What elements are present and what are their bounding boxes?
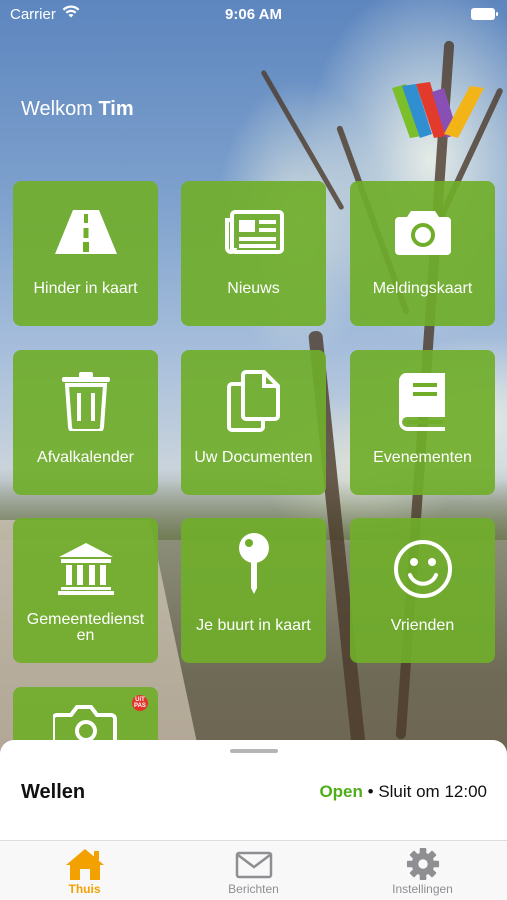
tile-uitpas[interactable]: UiT PAS <box>13 687 158 747</box>
tab-label: Thuis <box>68 882 101 896</box>
closing-time: Sluit om 12:00 <box>378 782 487 801</box>
envelope-icon <box>235 851 272 879</box>
open-status-label: Open <box>319 782 363 801</box>
tile-label: Afvalkalender <box>37 449 134 466</box>
tile-gemeentediensten[interactable]: Gemeentedienst en <box>13 518 158 663</box>
book-icon <box>398 373 445 431</box>
battery-icon <box>471 8 498 20</box>
tile-label: Vrienden <box>390 617 455 634</box>
tile-label: Gemeentedienst en <box>26 611 145 644</box>
tile-label: Nieuws <box>227 280 280 297</box>
municipality-logo <box>392 82 484 138</box>
map-pin-icon <box>238 533 269 594</box>
tile-label: Uw Documenten <box>194 449 313 466</box>
opening-status: Open • Sluit om 12:00 <box>319 782 487 802</box>
smiley-icon <box>393 540 452 598</box>
camera-icon <box>394 211 451 255</box>
user-name: Tim <box>98 98 134 120</box>
tile-vrienden[interactable]: Vrienden <box>350 518 495 663</box>
building-icon <box>57 543 114 595</box>
tile-nieuws[interactable]: Nieuws <box>181 181 326 326</box>
tab-instellingen[interactable]: Instellingen <box>338 847 507 899</box>
uitpas-badge: UiT PAS <box>132 695 148 711</box>
tile-evenementen[interactable]: Evenementen <box>350 350 495 495</box>
trash-icon <box>61 372 110 431</box>
location-sheet[interactable]: Wellen Open • Sluit om 12:00 <box>0 740 507 840</box>
status-separator: • <box>362 782 379 801</box>
documents-icon <box>226 370 280 432</box>
clock: 9:06 AM <box>225 6 282 23</box>
sheet-drag-handle[interactable] <box>230 749 278 753</box>
tile-afvalkalender[interactable]: Afvalkalender <box>13 350 158 495</box>
municipality-name: Wellen <box>21 781 86 803</box>
tile-hinder-in-kaart[interactable]: Hinder in kaart <box>13 181 158 326</box>
tab-label: Instellingen <box>392 882 453 896</box>
tab-berichten[interactable]: Berichten <box>169 847 338 899</box>
tile-label: Evenementen <box>373 449 472 466</box>
tab-thuis[interactable]: Thuis <box>0 847 169 899</box>
gear-icon <box>406 847 439 881</box>
tab-label: Berichten <box>228 882 279 896</box>
home-icon <box>65 849 104 880</box>
tile-je-buurt-in-kaart[interactable]: Je buurt in kaart <box>181 518 326 663</box>
newspaper-icon <box>224 210 284 254</box>
tile-label: Meldingskaart <box>372 280 473 297</box>
greeting-text: Welkom <box>21 98 93 120</box>
tab-bar: Thuis Berichten Instellingen <box>0 840 507 900</box>
tile-uw-documenten[interactable]: Uw Documenten <box>181 350 326 495</box>
welcome-greeting: Welkom Tim <box>21 98 134 121</box>
tile-label: Je buurt in kaart <box>196 617 311 634</box>
status-bar: Carrier 9:06 AM <box>0 0 507 30</box>
road-icon <box>54 210 117 254</box>
tile-label: Hinder in kaart <box>33 280 138 297</box>
tile-meldingskaart[interactable]: Meldingskaart <box>350 181 495 326</box>
